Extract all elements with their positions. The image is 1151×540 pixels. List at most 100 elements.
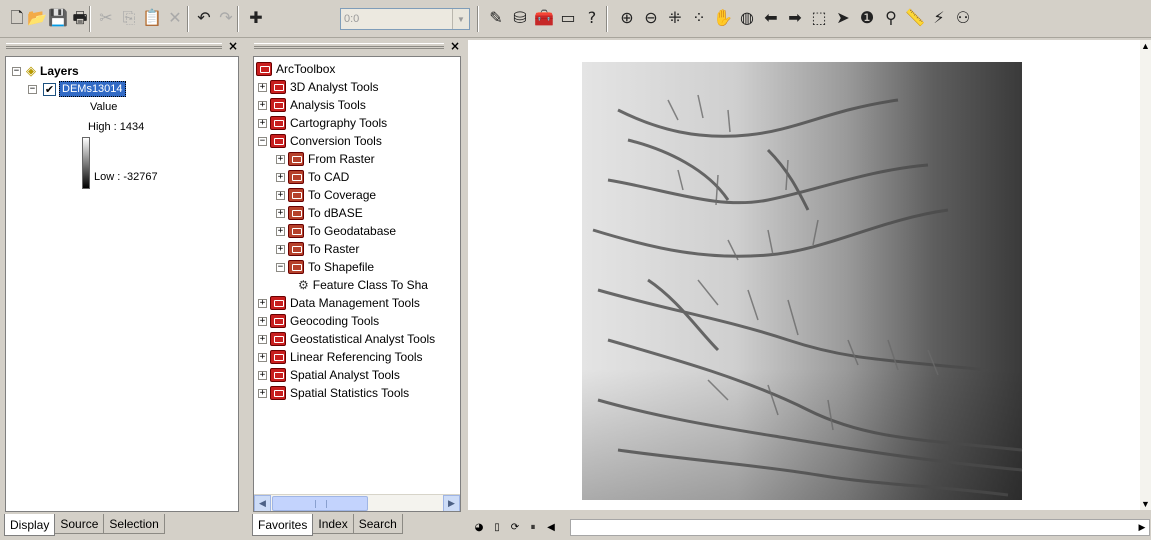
tree-item[interactable]: + To CAD [276, 168, 349, 186]
tree-item[interactable]: + From Raster [276, 150, 375, 168]
paste-icon[interactable]: 📋 [141, 7, 163, 29]
tree-item[interactable]: + Cartography Tools [258, 114, 387, 132]
network-icon[interactable]: ⚇ [952, 7, 974, 29]
close-icon[interactable]: × [228, 39, 238, 53]
fixed-zoom-in-icon[interactable]: ⁜ [664, 7, 686, 29]
expand-icon[interactable]: + [258, 298, 267, 308]
find-icon[interactable]: ⚲ [880, 7, 902, 29]
expand-icon[interactable]: + [258, 388, 267, 398]
redo-icon[interactable]: ↷ [215, 7, 237, 29]
delete-icon[interactable]: ✕ [164, 7, 186, 29]
arctoolbox-icon[interactable]: 🧰 [533, 7, 555, 29]
scroll-down-icon[interactable]: ▼ [1140, 498, 1151, 510]
map-vertical-scrollbar[interactable]: ▲ ▼ [1140, 40, 1151, 510]
tree-item[interactable]: − Conversion Tools [258, 132, 382, 150]
editor-toolbar-icon[interactable]: ✎ [485, 7, 507, 29]
map-scale-value[interactable]: 0:0 [341, 13, 452, 25]
scroll-thumb[interactable] [272, 496, 368, 511]
command-line-icon[interactable]: ▭ [557, 7, 579, 29]
layout-view-icon[interactable]: ▯ [490, 521, 504, 535]
tree-item[interactable]: + To Coverage [276, 186, 376, 204]
tree-item[interactable]: +3D Analyst Tools [258, 78, 379, 96]
save-icon[interactable]: 💾 [47, 7, 69, 29]
drag-grip[interactable] [254, 43, 444, 49]
tree-item[interactable]: ⚙ Feature Class To Sha [298, 276, 428, 294]
collapse-icon[interactable]: − [28, 84, 37, 94]
scroll-right-icon[interactable]: ▶ [1135, 520, 1149, 535]
chevron-down-icon[interactable]: ▼ [452, 9, 469, 29]
map-display[interactable] [468, 40, 1140, 510]
data-view-icon[interactable]: ◕ [472, 521, 486, 535]
hyperlink-icon[interactable]: ⚡ [928, 7, 950, 29]
horizontal-scrollbar[interactable]: ◀ ▶ [254, 494, 460, 511]
layers-root-row[interactable]: − ◈ Layers [12, 63, 79, 79]
tree-item[interactable]: + To dBASE [276, 204, 363, 222]
expand-icon[interactable]: + [276, 226, 285, 236]
expand-icon[interactable]: + [258, 316, 267, 326]
expand-icon[interactable]: + [276, 190, 285, 200]
select-features-icon[interactable]: ⬚ [808, 7, 830, 29]
identify-icon[interactable]: ❶ [856, 7, 878, 29]
layer-row[interactable]: − ✔ DEMs13014 [28, 81, 126, 97]
tree-item[interactable]: + Analysis Tools [258, 96, 366, 114]
full-extent-icon[interactable]: ◍ [736, 7, 758, 29]
expand-icon[interactable]: + [258, 100, 267, 110]
back-extent-icon[interactable]: ⬅ [760, 7, 782, 29]
tab-selection[interactable]: Selection [103, 514, 165, 534]
forward-extent-icon[interactable]: ➡ [784, 7, 806, 29]
tab-index[interactable]: Index [312, 514, 354, 534]
arccatalog-icon[interactable]: ⛁ [509, 7, 531, 29]
tab-display[interactable]: Display [4, 514, 56, 536]
expand-icon[interactable]: + [258, 82, 267, 92]
expand-icon[interactable]: + [276, 208, 285, 218]
tree-item[interactable]: + To Raster [276, 240, 359, 258]
tree-item[interactable]: + Geostatistical Analyst Tools [258, 330, 435, 348]
expand-icon[interactable]: + [276, 244, 285, 254]
collapse-icon[interactable]: − [258, 136, 267, 146]
tree-item[interactable]: + To Geodatabase [276, 222, 396, 240]
measure-icon[interactable]: 📏 [904, 7, 926, 29]
print-icon[interactable]: 🖶 [69, 7, 91, 29]
tab-favorites[interactable]: Favorites [252, 514, 314, 536]
close-icon[interactable]: × [450, 39, 460, 53]
layer-name[interactable]: DEMs13014 [59, 81, 126, 97]
collapse-icon[interactable]: − [276, 262, 285, 272]
expand-icon[interactable]: + [276, 154, 285, 164]
refresh-icon[interactable]: ⟳ [508, 521, 522, 535]
pause-drawing-icon[interactable]: ⏸ [526, 521, 540, 535]
expand-icon[interactable]: + [258, 118, 267, 128]
tree-item[interactable]: + Geocoding Tools [258, 312, 379, 330]
scroll-left-icon[interactable]: ◀ [254, 495, 271, 511]
scroll-left-icon[interactable]: ◀ [544, 521, 558, 535]
collapse-icon[interactable]: − [12, 66, 21, 76]
expand-icon[interactable]: + [258, 334, 267, 344]
cut-icon[interactable]: ✂ [95, 7, 117, 29]
select-elements-icon[interactable]: ➤ [832, 7, 854, 29]
tab-source[interactable]: Source [54, 514, 105, 534]
tree-item[interactable]: + Data Management Tools [258, 294, 420, 312]
tree-item[interactable]: + Linear Referencing Tools [258, 348, 423, 366]
scroll-right-icon[interactable]: ▶ [443, 495, 460, 511]
map-horizontal-scrollbar[interactable]: ▶ [570, 519, 1150, 536]
drag-grip[interactable] [6, 43, 222, 49]
whats-this-icon[interactable]: ? [581, 7, 603, 29]
pan-icon[interactable]: ✋ [712, 7, 734, 29]
fixed-zoom-out-icon[interactable]: ⁘ [688, 7, 710, 29]
tab-search[interactable]: Search [352, 514, 403, 534]
open-icon[interactable]: 📂 [26, 7, 48, 29]
expand-icon[interactable]: + [258, 370, 267, 380]
tree-item[interactable]: + Spatial Analyst Tools [258, 366, 400, 384]
tree-item[interactable]: + Spatial Statistics Tools [258, 384, 409, 402]
layer-visibility-checkbox[interactable]: ✔ [43, 82, 56, 96]
undo-icon[interactable]: ↶ [193, 7, 215, 29]
tree-item[interactable]: − To Shapefile [276, 258, 374, 276]
arctoolbox-root[interactable]: ArcToolbox [256, 60, 335, 78]
map-scale-combobox[interactable]: 0:0 ▼ [340, 8, 470, 30]
scroll-up-icon[interactable]: ▲ [1140, 40, 1151, 52]
expand-icon[interactable]: + [258, 352, 267, 362]
expand-icon[interactable]: + [276, 172, 285, 182]
zoom-in-icon[interactable]: ⊕ [616, 7, 638, 29]
copy-icon[interactable]: ⎘ [118, 7, 140, 29]
zoom-out-icon[interactable]: ⊖ [640, 7, 662, 29]
add-data-icon[interactable]: ✚ [245, 7, 267, 29]
